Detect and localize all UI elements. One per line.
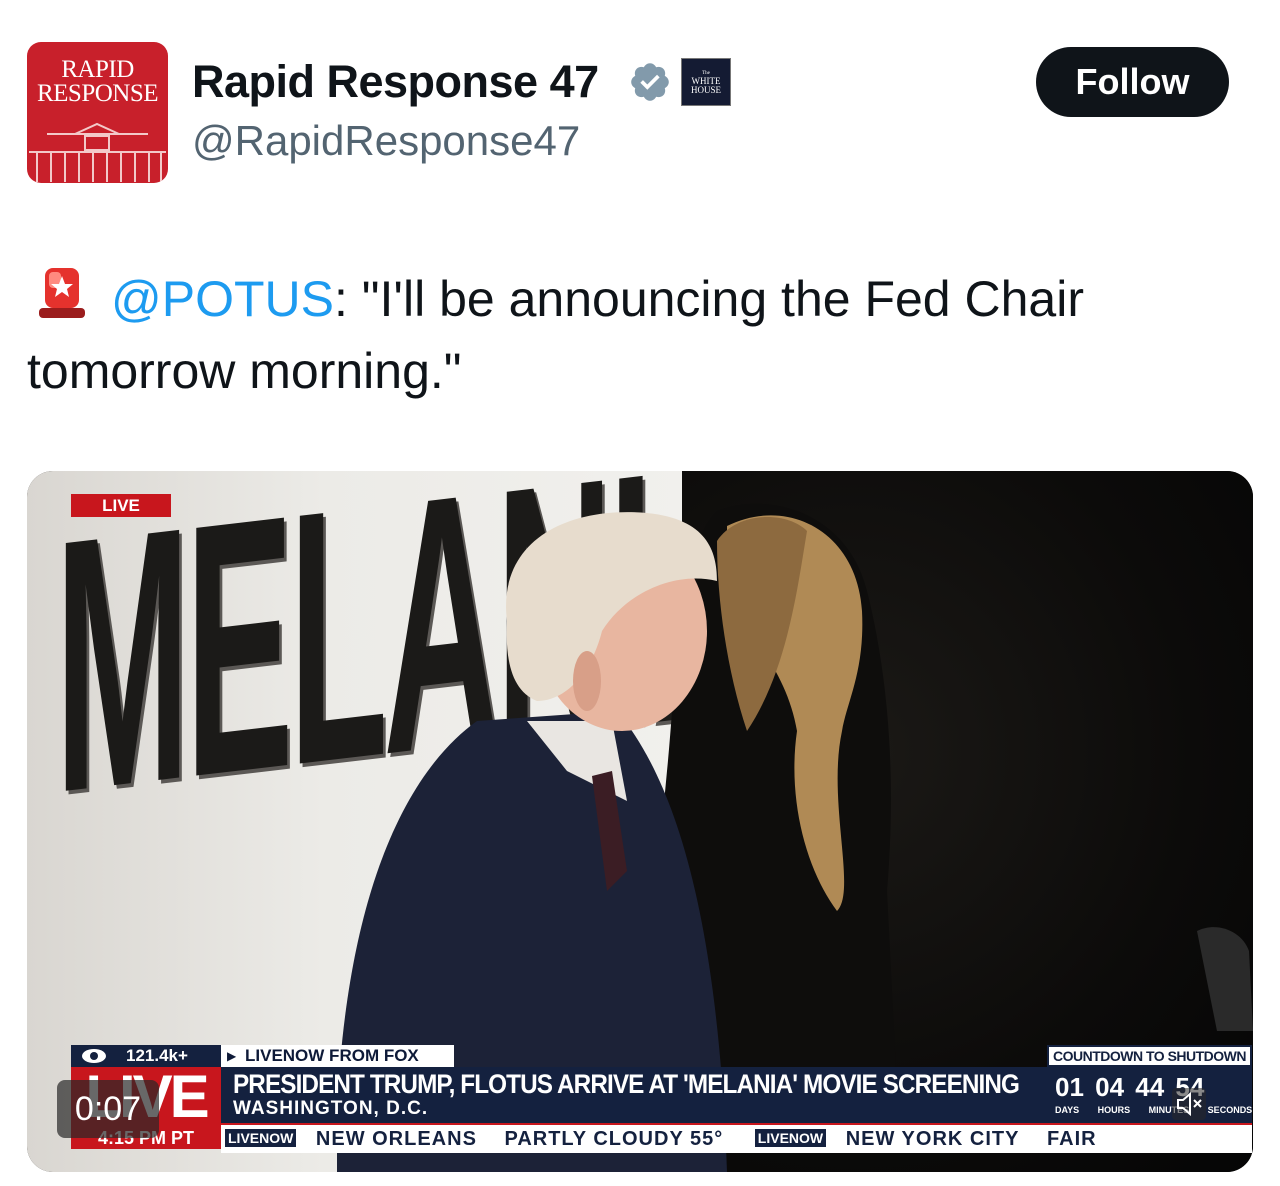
live-tag: LIVE [71, 494, 171, 517]
countdown-units: DAYS HOURS MINUTES SECONDS [1055, 1105, 1253, 1115]
source-tag: ▶ LIVENOW FROM FOX [221, 1045, 454, 1067]
headline-bar: PRESIDENT TRUMP, FLOTUS ARRIVE AT 'MELAN… [221, 1067, 1047, 1123]
weather-ticker: LIVENOW NEW ORLEANS PARTLY CLOUDY 55° LI… [221, 1123, 1252, 1153]
play-arrow-icon: ▶ [227, 1049, 237, 1063]
location-text: WASHINGTON, D.C. [233, 1098, 429, 1119]
police-light-icon [39, 268, 85, 318]
eye-icon [82, 1049, 106, 1063]
display-name[interactable]: Rapid Response 47 [192, 56, 599, 108]
ticker-logo: LIVENOW [225, 1129, 297, 1147]
video-elapsed-time: 0:07 [57, 1080, 159, 1138]
avatar[interactable]: RAPID RESPONSE [27, 42, 168, 183]
viewer-count: 121.4k+ [71, 1045, 221, 1067]
tweet-text: @POTUS: "I'll be announcing the Fed Chai… [27, 262, 1237, 407]
countdown-title: COUNTDOWN TO SHUTDOWN [1047, 1045, 1252, 1067]
avatar-logo-text: RAPID RESPONSE [36, 56, 159, 107]
ticker-item: PARTLY CLOUDY 55° [504, 1128, 724, 1150]
ticker-logo: LIVENOW [754, 1129, 827, 1147]
white-house-icon [29, 122, 166, 182]
headline-text: PRESIDENT TRUMP, FLOTUS ARRIVE AT 'MELAN… [233, 1069, 1020, 1099]
countdown-box: 01 04 44 54 DAYS HOURS MINUTES SECONDS [1047, 1067, 1252, 1123]
user-handle[interactable]: @RapidResponse47 [192, 117, 580, 165]
video-player[interactable]: MELANIA LIVE 121.4k+ ▶ LIVENOW FROM FOX … [27, 471, 1253, 1172]
mute-icon[interactable] [1172, 1088, 1206, 1120]
white-house-affiliation-badge[interactable]: The WHITE HOUSE [681, 58, 731, 106]
ticker-item: NEW ORLEANS [315, 1128, 477, 1150]
verified-badge-icon [631, 63, 669, 101]
ticker-item: NEW YORK CITY [845, 1128, 1020, 1150]
ticker-item: FAIR [1047, 1128, 1097, 1150]
follow-button[interactable]: Follow [1036, 47, 1229, 117]
potus-mention-link[interactable]: @POTUS [111, 271, 334, 327]
